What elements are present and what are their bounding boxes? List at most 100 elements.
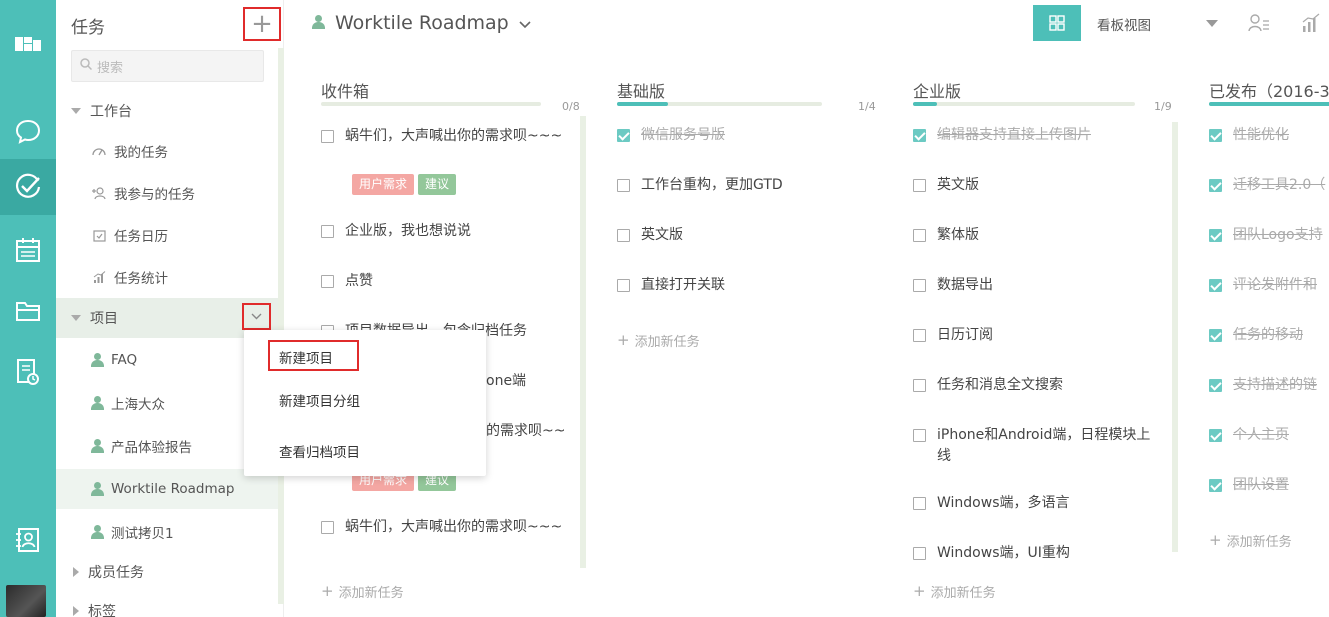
- sidebar-group-tags[interactable]: 标签: [56, 591, 278, 617]
- task-checkbox[interactable]: [321, 130, 334, 143]
- search-icon: [80, 58, 93, 74]
- add-task-label: 添加新任务: [338, 586, 404, 601]
- task-card[interactable]: 支持描述的链: [1209, 375, 1329, 396]
- add-task-button[interactable]: + 添加新任务: [617, 331, 700, 351]
- task-card[interactable]: 团队设置: [1209, 475, 1329, 496]
- task-card[interactable]: 点赞: [321, 271, 569, 292]
- sidebar-item-task-calendar[interactable]: 任务日历: [56, 215, 278, 255]
- sidebar-item-my-tasks[interactable]: 我的任务: [56, 131, 278, 171]
- task-checkbox[interactable]: [617, 179, 630, 192]
- task-card[interactable]: 日历订阅: [913, 325, 1161, 346]
- task-checkbox[interactable]: [1209, 429, 1222, 442]
- task-card[interactable]: 个人主页: [1209, 425, 1329, 446]
- task-card[interactable]: 评论发附件和: [1209, 275, 1329, 296]
- sidebar-group-workbench[interactable]: 工作台: [56, 91, 278, 131]
- project-menu: 新建项目 新建项目分组 查看归档项目: [244, 330, 486, 476]
- task-card[interactable]: 数据导出: [913, 275, 1161, 296]
- task-card[interactable]: 任务和消息全文搜索: [913, 375, 1161, 396]
- task-card[interactable]: 任务的移动: [1209, 325, 1329, 346]
- task-checkbox[interactable]: [1209, 379, 1222, 392]
- view-label[interactable]: 看板视图: [1097, 14, 1151, 34]
- task-checkbox[interactable]: [617, 129, 630, 142]
- projects-menu-toggle[interactable]: [242, 303, 271, 330]
- contacts-icon[interactable]: [0, 512, 56, 568]
- task-checkbox[interactable]: [913, 229, 926, 242]
- folder-icon[interactable]: [0, 283, 56, 339]
- task-checkbox[interactable]: [1209, 129, 1222, 142]
- task-card[interactable]: 英文版: [913, 175, 1161, 196]
- task-checkbox[interactable]: [1209, 179, 1222, 192]
- task-checkbox[interactable]: [913, 179, 926, 192]
- view-dropdown-icon[interactable]: [1206, 20, 1218, 27]
- task-card[interactable]: 繁体版: [913, 225, 1161, 246]
- task-checkbox[interactable]: [913, 379, 926, 392]
- task-checkbox[interactable]: [913, 279, 926, 292]
- task-card[interactable]: 蜗牛们，大声喊出你的需求呗~~~: [321, 517, 569, 538]
- sidebar-scrollbar[interactable]: [278, 48, 284, 604]
- add-button[interactable]: +: [243, 7, 281, 41]
- task-checkbox[interactable]: [1209, 279, 1222, 292]
- statistics-icon[interactable]: [1302, 13, 1324, 33]
- sidebar-item-task-stats[interactable]: 任务统计: [56, 257, 278, 297]
- menu-item-new-project[interactable]: 新建项目: [279, 347, 333, 367]
- menu-item-archived[interactable]: 查看归档项目: [279, 441, 360, 461]
- chevron-down-icon: [251, 313, 262, 320]
- task-checkbox[interactable]: [617, 279, 630, 292]
- menu-item-new-group[interactable]: 新建项目分组: [279, 390, 360, 410]
- app-rail: [0, 0, 56, 617]
- task-card[interactable]: 工作台重构，更加GTD: [617, 175, 865, 196]
- members-filter-icon[interactable]: [1248, 13, 1270, 33]
- task-card[interactable]: 直接打开关联: [617, 275, 865, 296]
- column-scrollbar[interactable]: [580, 116, 586, 568]
- task-card[interactable]: 编辑器支持直接上传图片: [913, 125, 1161, 146]
- chat-icon[interactable]: [0, 103, 56, 159]
- project-switcher[interactable]: Worktile Roadmap: [312, 12, 531, 34]
- task-checkbox[interactable]: [1209, 329, 1222, 342]
- sidebar-project-copy[interactable]: 测试拷贝1: [56, 512, 278, 552]
- task-checkbox[interactable]: [617, 229, 630, 242]
- task-checkbox[interactable]: [321, 225, 334, 238]
- task-card[interactable]: 英文版: [617, 225, 865, 246]
- task-checkbox[interactable]: [913, 129, 926, 142]
- sidebar-item-label: 我的任务: [114, 145, 168, 161]
- user-avatar[interactable]: [6, 585, 46, 617]
- task-card[interactable]: 微信服务号版: [617, 125, 865, 146]
- task-card[interactable]: one端: [486, 371, 526, 392]
- task-card[interactable]: 迁移工具2.0（: [1209, 175, 1329, 196]
- task-checkbox[interactable]: [913, 329, 926, 342]
- task-card[interactable]: Windows端，UI重构: [913, 543, 1161, 564]
- task-checkbox[interactable]: [913, 497, 926, 510]
- gauge-icon: [91, 143, 107, 159]
- task-checkbox[interactable]: [913, 429, 926, 442]
- task-card[interactable]: 团队Logo支持: [1209, 225, 1329, 246]
- task-checkbox[interactable]: [321, 275, 334, 288]
- column-progress: [1209, 102, 1329, 106]
- add-task-button[interactable]: + 添加新任务: [321, 582, 404, 602]
- add-task-button[interactable]: + 添加新任务: [1209, 531, 1292, 551]
- app-logo-icon[interactable]: [0, 16, 56, 72]
- task-card[interactable]: Windows端，多语言: [913, 493, 1161, 514]
- column-count: 1/4: [858, 100, 876, 113]
- board-view-button[interactable]: [1033, 5, 1081, 41]
- task-card[interactable]: 的需求呗~~: [486, 421, 565, 442]
- task-card[interactable]: 性能优化: [1209, 125, 1329, 146]
- tag-suggestion[interactable]: 建议: [418, 174, 457, 195]
- tasks-icon[interactable]: [0, 159, 56, 215]
- column-scrollbar[interactable]: [1172, 122, 1178, 552]
- task-checkbox[interactable]: [913, 547, 926, 560]
- task-card[interactable]: 企业版，我也想说说: [321, 221, 569, 242]
- sidebar-item-participated[interactable]: 我参与的任务: [56, 173, 278, 213]
- search-input[interactable]: 搜索: [71, 50, 264, 82]
- sidebar-group-members[interactable]: 成员任务: [56, 552, 278, 592]
- report-icon[interactable]: [0, 344, 56, 400]
- calendar-icon[interactable]: [0, 222, 56, 278]
- add-task-button[interactable]: + 添加新任务: [913, 582, 996, 602]
- tag-user-request[interactable]: 用户需求: [352, 174, 415, 195]
- task-card[interactable]: 蜗牛们，大声喊出你的需求呗~~~: [321, 126, 569, 147]
- task-checkbox[interactable]: [321, 521, 334, 534]
- task-title: 蜗牛们，大声喊出你的需求呗~~~: [345, 128, 563, 144]
- task-card[interactable]: iPhone和Android端，日程模块上线: [913, 425, 1161, 467]
- column-progress: [913, 102, 1135, 106]
- task-checkbox[interactable]: [1209, 229, 1222, 242]
- task-checkbox[interactable]: [1209, 479, 1222, 492]
